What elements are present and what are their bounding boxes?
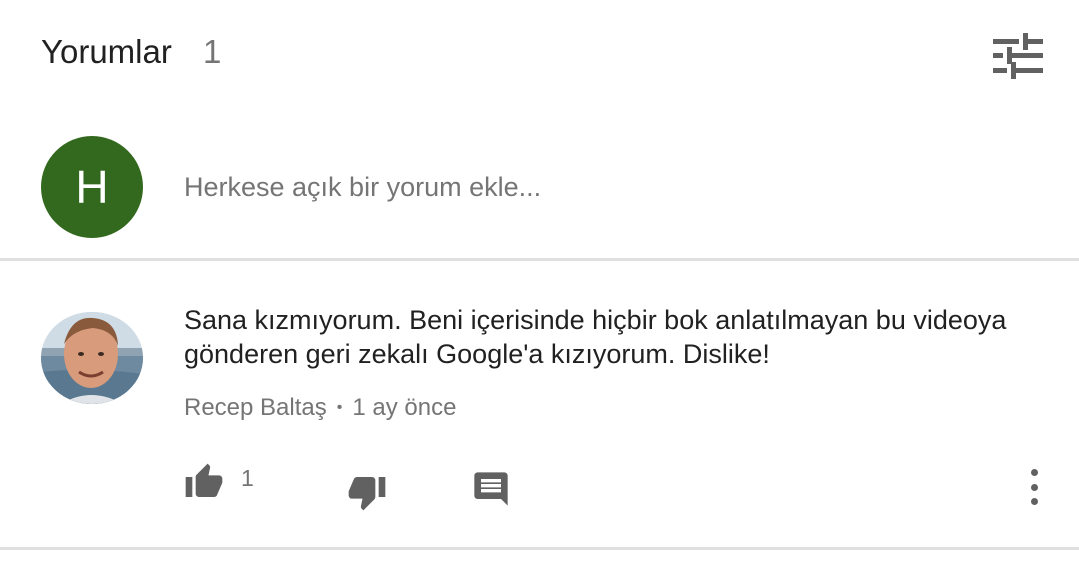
author-avatar[interactable] [41, 312, 143, 404]
comments-title: Yorumlar [41, 33, 172, 70]
sort-comments-button[interactable] [988, 28, 1048, 84]
more-vert-icon [1030, 469, 1038, 476]
author-photo [41, 312, 143, 404]
like-button[interactable] [184, 462, 228, 506]
meta-separator: • [336, 399, 343, 416]
thumb-up-icon [185, 463, 223, 497]
comment-meta: Recep Baltaş • 1 ay önce [184, 394, 456, 422]
divider [0, 547, 1079, 550]
avatar-letter: H [75, 161, 109, 213]
more-options-button[interactable] [1018, 465, 1050, 509]
user-avatar[interactable]: H [41, 136, 143, 238]
reply-button[interactable] [471, 469, 511, 509]
tune-icon [993, 33, 1043, 79]
comment-text: Sana kızmıyorum. Beni içerisinde hiçbir … [184, 305, 1007, 369]
add-comment-row: H [0, 120, 1079, 258]
like-count: 1 [241, 465, 254, 491]
comment-author[interactable]: Recep Baltaş [184, 394, 327, 422]
thumb-down-icon [348, 477, 386, 511]
reply-icon [474, 472, 508, 506]
comments-header: Yorumlar 1 [0, 0, 1079, 110]
comment-item: Sana kızmıyorum. Beni içerisinde hiçbir … [0, 262, 1079, 547]
add-comment-input[interactable] [184, 166, 984, 208]
dislike-button[interactable] [347, 472, 391, 516]
comments-count: 1 [203, 33, 222, 70]
comment-actions: 1 [0, 457, 1079, 517]
divider [0, 258, 1079, 261]
comment-time: 1 ay önce [352, 394, 457, 421]
